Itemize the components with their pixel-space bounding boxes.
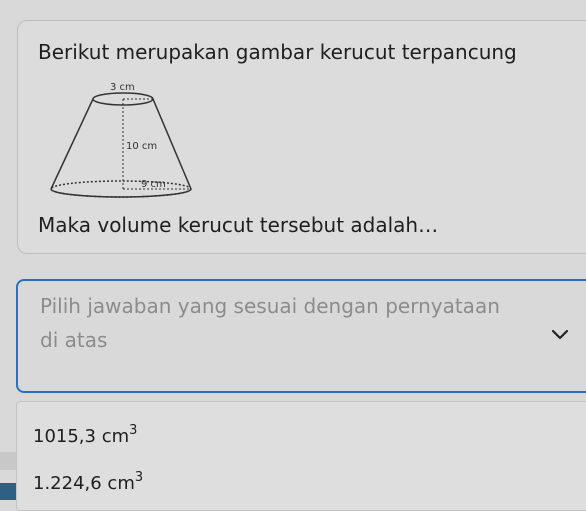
answer-options-list: 1015,3 cm3 1.224,6 cm3 (16, 401, 586, 511)
answer-select[interactable]: Pilih jawaban yang sesuai dengan pernyat… (16, 279, 586, 393)
answer-option-exponent: 3 (129, 423, 138, 438)
frustum-diagram: 3 cm 10 cm 9 cm (50, 82, 192, 198)
background-strip (0, 483, 16, 500)
answer-option[interactable]: 1015,3 cm3 (33, 423, 137, 447)
question-followup: Maka volume kerucut tersebut adalah… (38, 213, 439, 237)
frustum-figure: 3 cm 10 cm 9 cm (48, 79, 198, 199)
label-bottom-radius: 9 cm (141, 179, 166, 190)
chevron-down-icon[interactable] (551, 328, 569, 342)
label-height: 10 cm (126, 141, 157, 152)
label-top-radius: 3 cm (110, 82, 135, 93)
frustum-right-side (152, 98, 192, 190)
question-prompt: Berikut merupakan gambar kerucut terpanc… (38, 40, 517, 64)
frustum-bottom-front (50, 188, 192, 198)
frustum-left-side (50, 98, 94, 190)
question-card: Berikut merupakan gambar kerucut terpanc… (17, 20, 586, 254)
answer-option[interactable]: 1.224,6 cm3 (33, 470, 143, 494)
background-strip (0, 452, 16, 470)
answer-option-value: 1015,3 cm (33, 426, 130, 447)
answer-select-placeholder: Pilih jawaban yang sesuai dengan pernyat… (40, 294, 500, 352)
answer-option-value: 1.224,6 cm (33, 473, 135, 494)
answer-option-exponent: 3 (134, 470, 144, 485)
